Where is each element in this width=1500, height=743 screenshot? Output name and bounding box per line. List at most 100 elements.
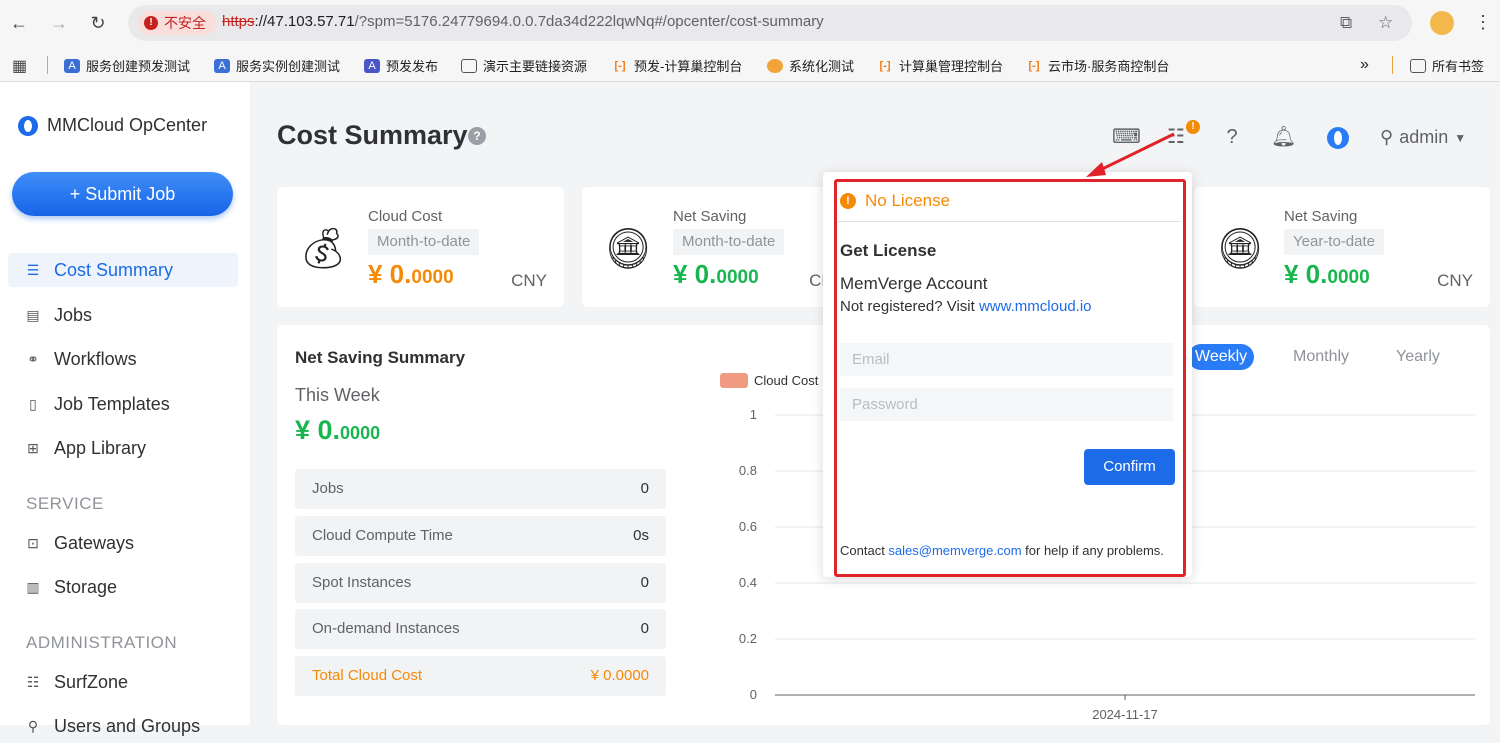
no-license-warning: ! No License [840, 191, 950, 211]
contact-email-link[interactable]: sales@memverge.com [888, 543, 1021, 558]
amount-decimal: 0000 [1327, 267, 1370, 288]
brand-icon[interactable] [1327, 127, 1349, 149]
insecure-label: 不安全 [164, 15, 206, 31]
more-bookmarks-icon[interactable]: » [1360, 56, 1369, 74]
sidebar-item-gateways[interactable]: ⊡ Gateways [8, 526, 238, 560]
bookmark-item[interactable]: 系统化测试 [767, 56, 854, 75]
star-icon[interactable]: ☆ [1378, 13, 1393, 33]
storage-icon: ▥ [26, 579, 40, 595]
contact-text: Contact sales@memverge.com for help if a… [840, 543, 1164, 558]
all-bookmarks-label: 所有书签 [1432, 59, 1485, 74]
summary-row-compute-time: Cloud Compute Time 0s [295, 516, 666, 556]
tab-yearly[interactable]: Yearly [1389, 344, 1447, 370]
sidebar-item-label: Job Templates [54, 393, 170, 414]
user-icon: ⚲ [27, 718, 39, 734]
card-period: Year-to-date [1284, 229, 1385, 255]
url-path: /?spm=5176.24779694.0.0.7da34d222lqwNq#/… [354, 13, 824, 30]
bracket-icon: [-] [1028, 59, 1040, 72]
bookmark-item[interactable]: A 服务实例创建测试 [214, 56, 340, 75]
summary-title: Net Saving Summary [295, 348, 466, 367]
confirm-button[interactable]: Confirm [1084, 449, 1175, 485]
sidebar-item-label: Jobs [54, 304, 93, 325]
hand-coin-icon: 🪙︎ [1214, 227, 1266, 271]
bookmark-item[interactable]: [-] 计算巢管理控制台 [877, 56, 1004, 75]
more-menu-icon[interactable]: ⋮ [1474, 10, 1492, 34]
insecure-badge[interactable]: ! 不安全 [138, 11, 216, 35]
app-logo[interactable]: MMCloud OpCenter [18, 115, 207, 136]
bookmarks-bar: ▦ A 服务创建预发测试 A 服务实例创建测试 A 预发发布 演示主要链接资源 [-]… [0, 47, 1500, 82]
legend-label[interactable]: Cloud Cost [754, 373, 818, 388]
reload-icon[interactable]: ↻ [87, 12, 109, 34]
submit-job-button[interactable]: + Submit Job [12, 172, 233, 216]
help-icon[interactable]: ? [468, 127, 486, 145]
sidebar-item-jobs[interactable]: ▤ Jobs [8, 298, 238, 332]
bookmark-item[interactable]: A 服务创建预发测试 [64, 56, 190, 75]
row-value: 0 [640, 480, 649, 497]
amount-integer: ¥ 0. [295, 415, 341, 445]
card-amount: ¥ 0.0000 [1284, 259, 1370, 290]
contact-prefix: Contact [840, 543, 889, 558]
register-prefix: Not registered? Visit [840, 298, 979, 315]
bookmark-label: 计算巢管理控制台 [899, 59, 1004, 74]
row-value: ¥ 0.0000 [590, 667, 649, 684]
bookmark-label: 预发发布 [386, 59, 439, 74]
profile-avatar[interactable] [1430, 11, 1454, 35]
row-key: Jobs [312, 480, 344, 497]
user-menu[interactable]: ⚲ admin ▼ [1380, 127, 1466, 148]
amount-integer: ¥ 0. [673, 259, 717, 289]
bookmark-item[interactable]: [-] 云市场·服务商控制台 [1026, 56, 1170, 75]
folder-icon [1410, 58, 1426, 73]
api-icon: A [214, 58, 230, 73]
forward-icon[interactable]: → [48, 12, 70, 34]
translate-icon[interactable]: ⧉ [1340, 13, 1352, 33]
sidebar-item-job-templates[interactable]: ▯ Job Templates [8, 387, 238, 421]
tab-weekly[interactable]: Weekly [1188, 344, 1255, 370]
sidebar-item-label: Gateways [54, 532, 135, 553]
summary-row-on-demand: On-demand Instances 0 [295, 609, 666, 649]
legend-swatch[interactable] [720, 373, 748, 388]
sidebar-item-cost-summary[interactable]: ☰ Cost Summary [8, 253, 238, 287]
summary-amount: ¥ 0.0000 [295, 415, 380, 446]
user-icon: ⚲ [1380, 127, 1394, 147]
bookmark-item[interactable]: A 预发发布 [364, 56, 438, 75]
cloud-cost-card: 💰︎ Cloud Cost Month-to-date ¥ 0.0000 CNY [277, 187, 564, 307]
question-icon[interactable]: ? [1220, 125, 1244, 149]
logo-icon [18, 115, 38, 136]
card-currency: CNY [511, 271, 547, 290]
sidebar-item-workflows[interactable]: ⚭ Workflows [8, 342, 238, 376]
bookmark-label: 演示主要链接资源 [483, 59, 588, 74]
sidebar-item-users-groups[interactable]: ⚲ Users and Groups [8, 709, 238, 743]
card-currency: CNY [1437, 271, 1473, 290]
browser-toolbar: ← → ↻ ! 不安全 https://47.103.57.71/?spm=51… [0, 0, 1500, 47]
bookmarks-divider [1392, 56, 1393, 74]
net-saving-month-card: 🪙︎ Net Saving Month-to-date ¥ 0.0000 CNY [582, 187, 862, 307]
section-header-service: SERVICE [26, 494, 104, 513]
money-bag-icon: 💰︎ [297, 227, 349, 271]
sidebar-item-storage[interactable]: ▥ Storage [8, 570, 238, 604]
sidebar-item-label: Users and Groups [54, 715, 201, 736]
row-value: 0 [640, 574, 649, 591]
card-label: Net Saving [673, 208, 747, 225]
all-bookmarks[interactable]: 所有书签 [1410, 56, 1484, 75]
apps-grid-icon[interactable]: ▦ [12, 56, 27, 76]
register-link[interactable]: www.mmcloud.io [979, 298, 1092, 315]
row-key: Spot Instances [312, 574, 412, 591]
bell-icon[interactable]: 🔔︎ [1271, 125, 1296, 149]
account-label: MemVerge Account [840, 274, 988, 293]
bookmark-item[interactable]: 演示主要链接资源 [461, 56, 587, 75]
logo-text: MMCloud OpCenter [47, 115, 208, 135]
url-text[interactable]: https://47.103.57.71/?spm=5176.24779694.… [222, 13, 824, 30]
email-field[interactable] [840, 343, 1173, 376]
address-bar[interactable]: ! 不安全 https://47.103.57.71/?spm=5176.247… [128, 5, 1412, 41]
sidebar-item-app-library[interactable]: ⊞ App Library [8, 431, 238, 465]
bracket-icon: [-] [879, 59, 891, 72]
tab-monthly[interactable]: Monthly [1286, 344, 1356, 370]
card-label: Net Saving [1284, 208, 1358, 225]
bookmarks-divider [47, 56, 48, 74]
password-field[interactable] [840, 388, 1173, 421]
sidebar-item-surfzone[interactable]: ☷ SurfZone [8, 665, 238, 699]
back-icon[interactable]: ← [8, 12, 30, 34]
summary-row-total: Total Cloud Cost ¥ 0.0000 [295, 656, 666, 696]
summary-row-spot: Spot Instances 0 [295, 563, 666, 603]
bookmark-item[interactable]: [-] 预发-计算巢控制台 [612, 56, 743, 75]
